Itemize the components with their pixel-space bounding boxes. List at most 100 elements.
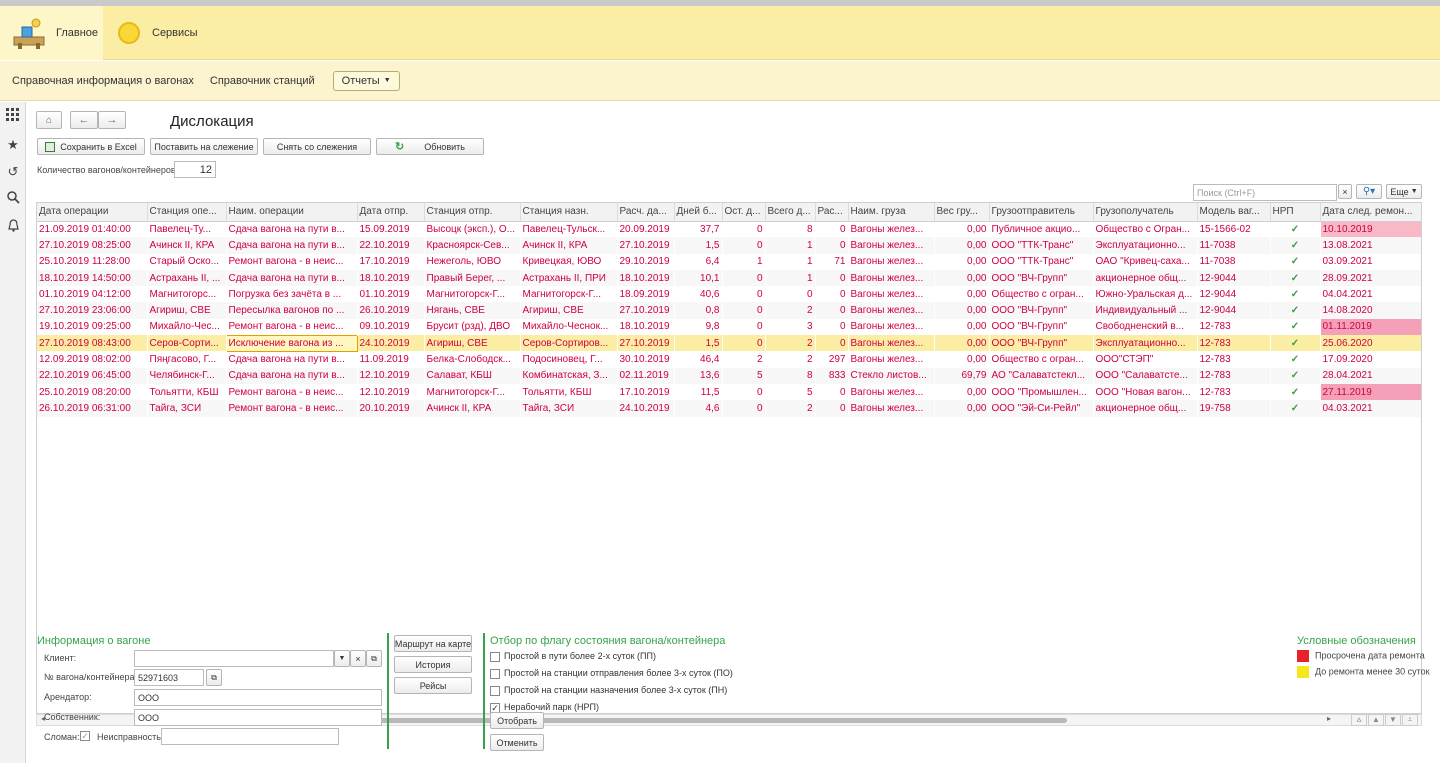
table-cell[interactable]: Ачинск II, КРА bbox=[424, 400, 520, 417]
table-cell[interactable]: 0 bbox=[815, 269, 848, 287]
table-cell[interactable]: 9,8 bbox=[674, 319, 722, 335]
table-cell[interactable]: 8 bbox=[765, 367, 815, 384]
table-cell[interactable]: Эксплуатационно... bbox=[1093, 237, 1197, 254]
table-cell[interactable]: 37,7 bbox=[674, 221, 722, 237]
table-row[interactable]: 22.10.2019 06:45:00 Челябинск-Г... Сдача в… bbox=[37, 367, 1421, 384]
table-cell[interactable]: 46,4 bbox=[674, 351, 722, 367]
table-cell[interactable]: Старый Оско... bbox=[147, 254, 226, 270]
table-cell[interactable]: 27.11.2019 bbox=[1320, 383, 1421, 401]
table-cell[interactable]: Астрахань II, ... bbox=[147, 269, 226, 287]
table-cell[interactable]: Комбинатская, З... bbox=[520, 367, 617, 384]
table-cell[interactable]: 01.10.2019 bbox=[357, 286, 424, 302]
table-cell[interactable]: 18.09.2019 bbox=[617, 286, 674, 302]
table-cell[interactable]: Эксплуатационно... bbox=[1093, 335, 1197, 352]
table-cell[interactable]: Агириш, СВЕ bbox=[147, 302, 226, 319]
table-cell[interactable]: 27.10.2019 08:43:00 bbox=[37, 335, 147, 352]
table-cell[interactable]: Индивидуальный ... bbox=[1093, 302, 1197, 319]
table-cell[interactable]: 09.10.2019 bbox=[357, 319, 424, 335]
filter-option-po[interactable]: Простой на станции отправления более 3-х… bbox=[490, 668, 733, 679]
table-cell[interactable]: 30.10.2019 bbox=[617, 351, 674, 367]
table-cell[interactable]: 18.10.2019 bbox=[357, 269, 424, 287]
table-cell[interactable]: Тольятти, КБШ bbox=[147, 384, 226, 400]
table-cell[interactable]: Вагоны желез... bbox=[848, 335, 934, 352]
client-clear-button[interactable]: × bbox=[350, 650, 366, 667]
search-icon[interactable] bbox=[5, 191, 21, 207]
clear-search-button[interactable]: × bbox=[1338, 184, 1352, 199]
table-cell[interactable]: 0,8 bbox=[674, 302, 722, 319]
apply-filter-button[interactable]: Отобрать bbox=[490, 712, 544, 729]
table-cell[interactable]: Правый Берег, ... bbox=[424, 269, 520, 287]
scroll-up-icon[interactable]: ▲ bbox=[1368, 714, 1384, 726]
column-header[interactable]: Грузоотправитель bbox=[989, 203, 1094, 222]
table-row[interactable]: 25.10.2019 08:20:00 Тольятти, КБШ Ремонт в… bbox=[37, 383, 1421, 401]
table-cell[interactable]: 11-7038 bbox=[1197, 237, 1270, 254]
table-cell[interactable]: 22.10.2019 bbox=[357, 237, 424, 254]
table-cell[interactable]: Нежеголь, ЮВО bbox=[424, 254, 520, 270]
table-cell[interactable]: АО "Салаватстекл... bbox=[989, 367, 1093, 384]
table-cell[interactable]: ООО "ТТК-Транс" bbox=[989, 237, 1093, 254]
table-cell[interactable]: Стекло листов... bbox=[848, 367, 934, 384]
table-cell[interactable]: ООО "Промышлен... bbox=[989, 384, 1093, 400]
table-cell[interactable]: 26.10.2019 bbox=[357, 302, 424, 319]
table-cell[interactable]: 0 bbox=[815, 237, 848, 254]
table-cell[interactable]: Магнитогорск-Г... bbox=[520, 286, 617, 302]
table-cell[interactable]: 2 bbox=[765, 302, 815, 319]
search-input[interactable]: Поиск (Ctrl+F) bbox=[1193, 184, 1337, 201]
table-cell[interactable]: 0 bbox=[722, 269, 765, 287]
table-cell[interactable]: Общество с Огран... bbox=[1093, 221, 1197, 237]
table-cell[interactable]: 10,1 bbox=[674, 269, 722, 287]
table-cell[interactable]: 04.03.2021 bbox=[1320, 400, 1421, 417]
table-cell[interactable]: 11-7038 bbox=[1197, 254, 1270, 270]
count-field[interactable]: 12 bbox=[174, 161, 216, 178]
table-cell[interactable]: 27.10.2019 bbox=[617, 335, 674, 352]
table-cell[interactable]: 0 bbox=[722, 400, 765, 417]
table-cell[interactable]: Вагоны желез... bbox=[848, 269, 934, 287]
column-header[interactable]: Всего д... bbox=[765, 203, 816, 222]
table-cell[interactable]: Подосиновец, Г... bbox=[520, 351, 617, 367]
table-cell[interactable]: 27.10.2019 bbox=[617, 302, 674, 319]
column-header[interactable]: Станция отпр. bbox=[424, 203, 521, 222]
table-cell[interactable]: 18.10.2019 14:50:00 bbox=[37, 269, 147, 287]
table-cell[interactable]: 12-783 bbox=[1197, 335, 1270, 352]
table-cell[interactable]: 69,79 bbox=[934, 367, 989, 384]
table-cell[interactable]: 12-783 bbox=[1197, 351, 1270, 367]
table-cell[interactable]: 27.10.2019 23:06:00 bbox=[37, 302, 147, 319]
table-cell[interactable]: Агириш, СВЕ bbox=[424, 335, 520, 352]
table-cell[interactable]: Тайга, ЗСИ bbox=[147, 400, 226, 417]
table-cell[interactable]: 14.08.2020 bbox=[1320, 302, 1421, 319]
table-row[interactable]: 27.10.2019 08:25:00 Ачинск II, КРА Сдача в… bbox=[37, 237, 1421, 254]
table-cell[interactable]: 0,00 bbox=[934, 400, 989, 417]
table-cell[interactable]: 13,6 bbox=[674, 367, 722, 384]
table-cell[interactable]: 22.10.2019 06:45:00 bbox=[37, 367, 147, 384]
section-services[interactable]: Сервисы bbox=[110, 6, 210, 60]
table-cell[interactable]: Салават, КБШ bbox=[424, 367, 520, 384]
table-cell[interactable]: ✓ bbox=[1270, 384, 1320, 400]
table-cell[interactable]: Тайга, ЗСИ bbox=[520, 400, 617, 417]
table-cell[interactable]: ✓ bbox=[1270, 351, 1320, 367]
column-header[interactable]: Наим. операции bbox=[226, 203, 358, 222]
column-header[interactable]: Дата след. ремон... bbox=[1320, 203, 1421, 222]
table-cell[interactable]: 10.10.2019 bbox=[1320, 221, 1421, 238]
table-cell[interactable]: 20.09.2019 bbox=[617, 221, 674, 237]
more-button[interactable]: Еще ▼ bbox=[1386, 184, 1422, 199]
table-cell[interactable]: Вагоны желез... bbox=[848, 319, 934, 335]
table-cell[interactable]: 0,00 bbox=[934, 237, 989, 254]
table-cell[interactable]: 13.08.2021 bbox=[1320, 237, 1421, 254]
table-cell[interactable]: ✓ bbox=[1270, 286, 1320, 302]
table-row[interactable]: 01.10.2019 04:12:00 Магнитогорс... Погрузк… bbox=[37, 286, 1421, 302]
track-on-button[interactable]: Поставить на слежение bbox=[150, 138, 258, 155]
route-map-button[interactable]: Маршрут на карте bbox=[394, 635, 472, 652]
column-header[interactable]: Грузополучатель bbox=[1093, 203, 1198, 222]
table-cell[interactable]: Вагоны желез... bbox=[848, 302, 934, 319]
table-cell[interactable]: Южно-Уральская д... bbox=[1093, 286, 1197, 302]
table-cell[interactable]: Сдача вагона на пути в... bbox=[226, 367, 357, 384]
search-button[interactable]: ⚲▾ bbox=[1356, 184, 1382, 199]
table-cell[interactable]: 0 bbox=[722, 221, 765, 237]
column-header[interactable]: Расч. да... bbox=[617, 203, 675, 222]
table-cell[interactable]: 0 bbox=[722, 302, 765, 319]
table-cell[interactable]: 01.10.2019 04:12:00 bbox=[37, 286, 147, 302]
table-cell[interactable]: Ремонт вагона - в неис... bbox=[226, 400, 357, 417]
table-cell[interactable]: Кривецкая, ЮВО bbox=[520, 254, 617, 270]
table-cell[interactable]: Ачинск II, КРА bbox=[520, 237, 617, 254]
table-cell[interactable]: 21.09.2019 01:40:00 bbox=[37, 221, 147, 237]
